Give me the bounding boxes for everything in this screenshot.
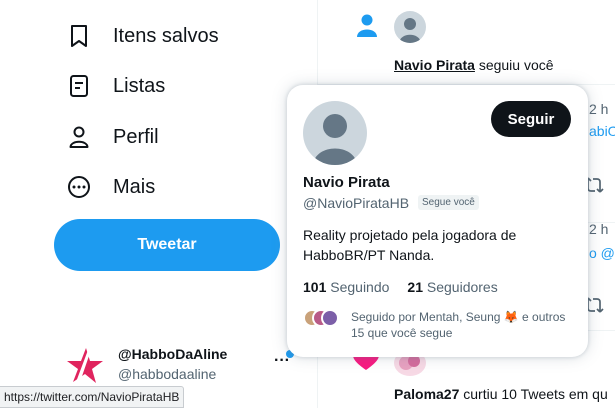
account-name: @HabboDaAline <box>118 346 228 362</box>
tweet-link-fragment[interactable]: abiO <box>589 123 615 139</box>
following-label: Seguindo <box>330 279 390 295</box>
tweet-button[interactable]: Tweetar <box>54 219 280 271</box>
follow-person-icon <box>354 12 380 43</box>
sidebar-item-more[interactable]: Mais <box>66 167 155 207</box>
profile-stats: 101 Seguindo 21 Seguidores <box>303 279 498 295</box>
following-link[interactable]: 101 Seguindo <box>303 279 389 295</box>
list-icon <box>66 73 92 99</box>
sidebar-item-label: Listas <box>113 74 166 97</box>
tweet-link-fragment[interactable]: o @g <box>589 245 615 261</box>
sidebar-item-label: Itens salvos <box>113 24 219 47</box>
tweet-time: 2 h <box>589 101 609 117</box>
profile-handle[interactable]: @NavioPirataHB <box>303 195 409 211</box>
follow-action-text: seguiu você <box>474 57 554 73</box>
liker-name-link[interactable]: Paloma27 <box>394 386 459 402</box>
tweet-time: 2 h <box>589 221 609 237</box>
following-count: 101 <box>303 279 327 295</box>
account-switcher[interactable]: @HabboDaAline @habbodaaline ··· <box>60 340 300 390</box>
like-notification-text: Paloma27 curtiu 10 Tweets em qu <box>394 386 608 402</box>
sidebar-item-profile[interactable]: Perfil <box>66 117 159 157</box>
followers-count: 21 <box>407 279 423 295</box>
sidebar-item-lists[interactable]: Listas <box>66 66 165 106</box>
person-icon <box>66 124 92 150</box>
link-status-bar: https://twitter.com/NavioPirataHB <box>0 386 185 408</box>
profile-avatar[interactable] <box>303 101 367 165</box>
bookmark-icon <box>66 23 92 49</box>
profile-name[interactable]: Navio Pirata <box>303 174 390 191</box>
account-handle: @habbodaaline <box>118 366 217 382</box>
follow-button[interactable]: Seguir <box>491 101 571 137</box>
sidebar-item-bookmarks[interactable]: Itens salvos <box>66 16 219 56</box>
mutual-followers-avatars[interactable] <box>303 309 343 329</box>
follower-name-link[interactable]: Navio Pirata <box>394 57 475 73</box>
account-avatar <box>64 346 104 386</box>
follower-avatar[interactable] <box>394 11 426 43</box>
followers-label: Seguidores <box>426 279 498 295</box>
like-action-text: curtiu 10 Tweets em qu <box>459 386 608 402</box>
profile-hover-card: Seguir Navio Pirata @NavioPirataHB Segue… <box>287 85 588 357</box>
more-circle-icon <box>66 174 92 200</box>
twitter-page: Itens salvos Listas Perfil Mais Tweetar … <box>0 0 615 408</box>
mutual-avatar <box>321 309 339 327</box>
mutual-followers-text[interactable]: Seguido por Mentah, Seung 🦊 e outros 15 … <box>351 309 571 341</box>
profile-bio: Reality projetado pela jogadora de Habbo… <box>303 227 517 263</box>
sidebar-item-label: Mais <box>113 175 156 198</box>
sidebar-item-label: Perfil <box>113 125 159 148</box>
follow-notification-text: Navio Pirata seguiu você <box>394 57 554 73</box>
follows-you-badge: Segue você <box>418 195 479 210</box>
followers-link[interactable]: 21 Seguidores <box>407 279 497 295</box>
